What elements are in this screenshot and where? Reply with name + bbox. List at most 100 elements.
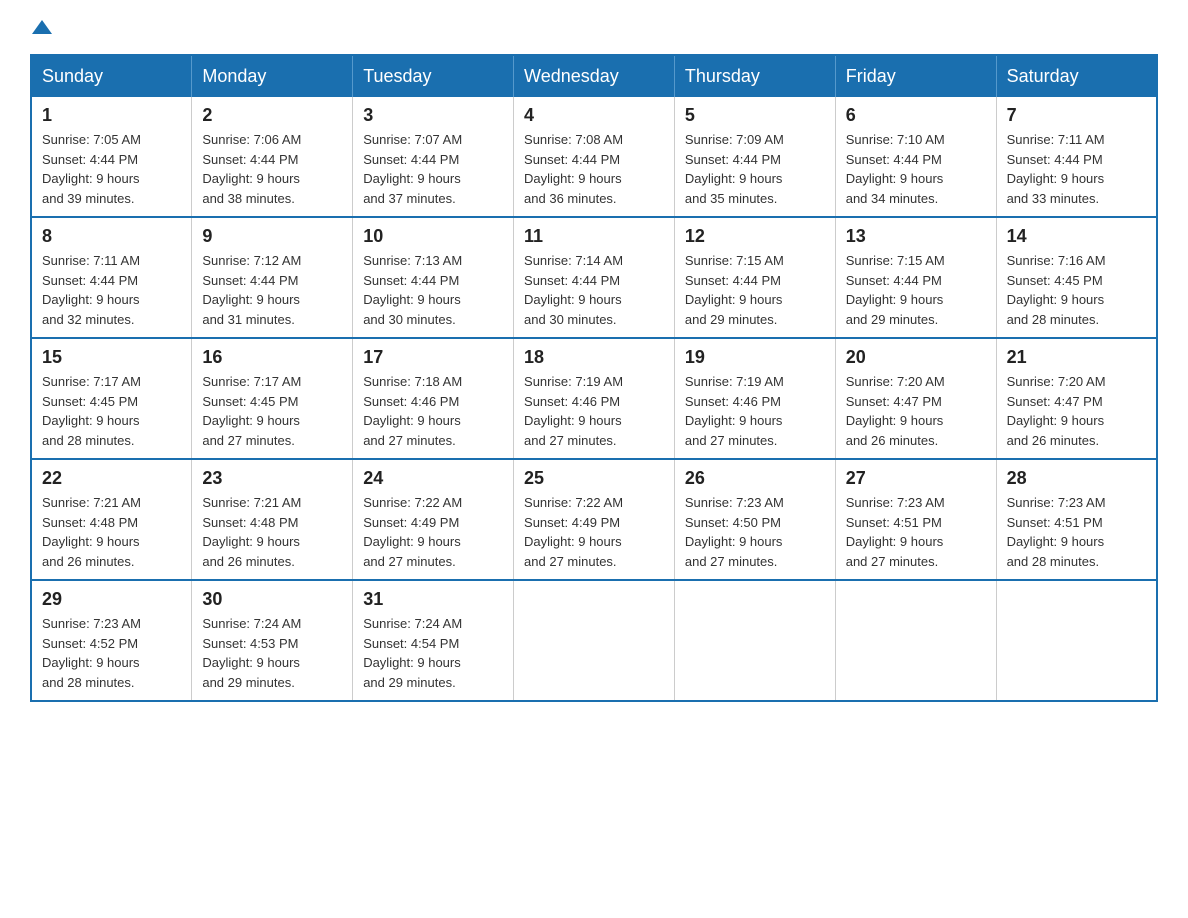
daylight-text: Daylight: 9 hours: [363, 171, 461, 186]
calendar-cell: 7 Sunrise: 7:11 AMSunset: 4:44 PMDaylight…: [996, 97, 1157, 217]
weekday-header-wednesday: Wednesday: [514, 55, 675, 97]
day-number: 18: [524, 347, 664, 368]
sunrise-text: Sunrise: 7:08 AM: [524, 132, 623, 147]
day-info: Sunrise: 7:17 AMSunset: 4:45 PMDaylight:…: [202, 372, 342, 450]
day-info: Sunrise: 7:10 AM Sunset: 4:44 PM Daylight:…: [846, 130, 986, 208]
daylight-minutes-text: and 26 minutes.: [846, 433, 939, 448]
day-number: 7: [1007, 105, 1146, 126]
daylight-text: Daylight: 9 hours: [685, 534, 783, 549]
day-info: Sunrise: 7:22 AMSunset: 4:49 PMDaylight:…: [363, 493, 503, 571]
sunrise-text: Sunrise: 7:22 AM: [524, 495, 623, 510]
day-number: 24: [363, 468, 503, 489]
sunset-text: Sunset: 4:49 PM: [363, 515, 459, 530]
sunrise-text: Sunrise: 7:18 AM: [363, 374, 462, 389]
daylight-text: Daylight: 9 hours: [685, 171, 783, 186]
day-number: 27: [846, 468, 986, 489]
sunset-text: Sunset: 4:44 PM: [202, 273, 298, 288]
calendar-cell: 3 Sunrise: 7:07 AM Sunset: 4:44 PM Daylight…: [353, 97, 514, 217]
daylight-minutes-text: and 28 minutes.: [1007, 554, 1100, 569]
sunrise-text: Sunrise: 7:20 AM: [1007, 374, 1106, 389]
day-number: 15: [42, 347, 181, 368]
sunrise-text: Sunrise: 7:19 AM: [685, 374, 784, 389]
sunset-text: Sunset: 4:44 PM: [42, 273, 138, 288]
sunset-text: Sunset: 4:45 PM: [1007, 273, 1103, 288]
day-info: Sunrise: 7:11 AMSunset: 4:44 PMDaylight:…: [42, 251, 181, 329]
sunrise-text: Sunrise: 7:07 AM: [363, 132, 462, 147]
daylight-minutes-text: and 27 minutes.: [685, 554, 778, 569]
day-number: 3: [363, 105, 503, 126]
day-info: Sunrise: 7:05 AMSunset: 4:44 PMDaylight:…: [42, 130, 181, 208]
day-info: Sunrise: 7:23 AMSunset: 4:51 PMDaylight:…: [846, 493, 986, 571]
sunset-text: Sunset: 4:44 PM: [524, 152, 620, 167]
calendar-table: SundayMondayTuesdayWednesdayThursdayFrid…: [30, 54, 1158, 702]
calendar-cell: 16Sunrise: 7:17 AMSunset: 4:45 PMDayligh…: [192, 338, 353, 459]
day-info: Sunrise: 7:13 AMSunset: 4:44 PMDaylight:…: [363, 251, 503, 329]
day-info: Sunrise: 7:12 AM Sunset: 4:44 PM Daylight:…: [202, 251, 342, 329]
sunset-text: Sunset: 4:44 PM: [363, 152, 459, 167]
day-number: 1: [42, 105, 181, 126]
daylight-minutes-text: and 37 minutes.: [363, 191, 456, 206]
day-number: 22: [42, 468, 181, 489]
sunset-text: Sunset: 4:44 PM: [1007, 152, 1103, 167]
day-info: Sunrise: 7:23 AMSunset: 4:50 PMDaylight:…: [685, 493, 825, 571]
daylight-text: Daylight: 9 hours: [685, 292, 783, 307]
calendar-cell: 24 Sunrise: 7:22 AMSunset: 4:49 PMDayligh…: [353, 459, 514, 580]
daylight-text: Daylight: 9 hours: [202, 292, 300, 307]
daylight-text: Daylight: 9 hours: [846, 171, 944, 186]
day-info: Sunrise: 7:11 AMSunset: 4:44 PMDaylight:…: [1007, 130, 1146, 208]
calendar-cell: 11Sunrise: 7:14 AMSunset: 4:44 PMDayligh…: [514, 217, 675, 338]
daylight-text: Daylight: 9 hours: [202, 655, 300, 670]
calendar-cell: 19Sunrise: 7:19 AMSunset: 4:46 PMDayligh…: [674, 338, 835, 459]
sunrise-text: Sunrise: 7:05 AM: [42, 132, 141, 147]
sunrise-text: Sunrise: 7:23 AM: [685, 495, 784, 510]
daylight-minutes-text: and 36 minutes.: [524, 191, 617, 206]
daylight-minutes-text: and 29 minutes.: [202, 675, 295, 690]
daylight-minutes-text: and 33 minutes.: [1007, 191, 1100, 206]
daylight-text: Daylight: 9 hours: [846, 534, 944, 549]
sunrise-text: Sunrise: 7:16 AM: [1007, 253, 1106, 268]
daylight-minutes-text: and 29 minutes.: [363, 675, 456, 690]
daylight-text: Daylight: 9 hours: [42, 171, 140, 186]
calendar-cell: 28Sunrise: 7:23 AMSunset: 4:51 PMDayligh…: [996, 459, 1157, 580]
calendar-cell: [835, 580, 996, 701]
calendar-cell: 2Sunrise: 7:06 AMSunset: 4:44 PMDaylight…: [192, 97, 353, 217]
daylight-minutes-text: and 32 minutes.: [42, 312, 135, 327]
sunrise-text: Sunrise: 7:21 AM: [202, 495, 301, 510]
calendar-cell: 1 Sunrise: 7:05 AMSunset: 4:44 PMDaylight…: [31, 97, 192, 217]
day-number: 11: [524, 226, 664, 247]
daylight-text: Daylight: 9 hours: [363, 655, 461, 670]
sunset-text: Sunset: 4:44 PM: [363, 273, 459, 288]
weekday-header-monday: Monday: [192, 55, 353, 97]
sunset-text: Sunset: 4:49 PM: [524, 515, 620, 530]
calendar-cell: 26Sunrise: 7:23 AMSunset: 4:50 PMDayligh…: [674, 459, 835, 580]
daylight-minutes-text: and 28 minutes.: [1007, 312, 1100, 327]
weekday-header-sunday: Sunday: [31, 55, 192, 97]
sunrise-text: Sunrise: 7:15 AM: [846, 253, 945, 268]
calendar-cell: 23Sunrise: 7:21 AMSunset: 4:48 PMDayligh…: [192, 459, 353, 580]
sunrise-text: Sunrise: 7:11 AM: [42, 253, 140, 268]
sunrise-text: Sunrise: 7:23 AM: [1007, 495, 1106, 510]
sunrise-text: Sunrise: 7:10 AM: [846, 132, 945, 147]
daylight-text: Daylight: 9 hours: [42, 655, 140, 670]
calendar-cell: 21Sunrise: 7:20 AMSunset: 4:47 PMDayligh…: [996, 338, 1157, 459]
sunrise-text: Sunrise: 7:12 AM: [202, 253, 301, 268]
sunset-text: Sunset: 4:47 PM: [846, 394, 942, 409]
daylight-minutes-text: and 38 minutes.: [202, 191, 295, 206]
daylight-text: Daylight: 9 hours: [846, 292, 944, 307]
calendar-cell: 12Sunrise: 7:15 AMSunset: 4:44 PMDayligh…: [674, 217, 835, 338]
calendar-cell: 29Sunrise: 7:23 AMSunset: 4:52 PMDayligh…: [31, 580, 192, 701]
daylight-minutes-text: and 29 minutes.: [846, 312, 939, 327]
sunset-text: Sunset: 4:46 PM: [685, 394, 781, 409]
calendar-cell: 18Sunrise: 7:19 AMSunset: 4:46 PMDayligh…: [514, 338, 675, 459]
daylight-text: Daylight: 9 hours: [524, 413, 622, 428]
daylight-minutes-text: and 26 minutes.: [202, 554, 295, 569]
daylight-minutes-text: and 39 minutes.: [42, 191, 135, 206]
sunset-text: Sunset: 4:47 PM: [1007, 394, 1103, 409]
sunrise-text: Sunrise: 7:21 AM: [42, 495, 141, 510]
day-number: 2: [202, 105, 342, 126]
day-info: Sunrise: 7:15 AMSunset: 4:44 PMDaylight:…: [846, 251, 986, 329]
day-number: 10: [363, 226, 503, 247]
calendar-cell: 8Sunrise: 7:11 AMSunset: 4:44 PMDaylight…: [31, 217, 192, 338]
day-info: Sunrise: 7:17 AMSunset: 4:45 PMDaylight:…: [42, 372, 181, 450]
sunset-text: Sunset: 4:44 PM: [846, 152, 942, 167]
